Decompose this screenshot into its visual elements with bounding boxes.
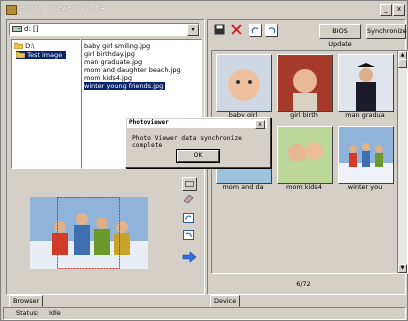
save-icon	[214, 24, 225, 35]
eraser-icon	[183, 194, 194, 204]
thumbnail-caption: man gradua	[345, 111, 385, 119]
crop-icon	[185, 181, 194, 187]
dialog-close-button[interactable]: x	[255, 120, 265, 129]
thumbnail-image	[339, 127, 393, 183]
rotate-right-icon	[183, 213, 194, 223]
thumbnail-image	[278, 55, 332, 111]
folder-icon	[15, 51, 26, 59]
delete-button[interactable]	[231, 24, 242, 35]
rotate-left-icon	[183, 230, 194, 240]
dialog-message: Photo Viewer data synchronize complete	[132, 135, 242, 149]
synchronize-button[interactable]: Synchronize	[366, 24, 407, 39]
thumbnail-winter-young-friends[interactable]	[338, 126, 394, 184]
thumbnail-caption: mom kids4	[286, 183, 322, 191]
status-bar: Status: Idle	[3, 307, 406, 320]
arrow-right-icon	[182, 251, 197, 263]
list-item[interactable]: mom and daughter beach.jpg	[84, 66, 181, 74]
tab-browser[interactable]: Browser	[9, 295, 44, 307]
eraser-tool-button[interactable]	[182, 192, 195, 204]
dialog-title: Photoviewer	[129, 119, 169, 126]
drive-select[interactable]: d: [] ▾	[9, 23, 200, 36]
rotate-device-left-button[interactable]	[265, 24, 278, 37]
crop-tool-button[interactable]	[182, 177, 197, 191]
scroll-down-icon[interactable]: ▼	[398, 264, 407, 273]
drive-icon	[12, 26, 22, 32]
thumbnail-caption: mom and da	[222, 183, 264, 191]
status-label: Status:	[16, 309, 39, 317]
thumbnail-image	[278, 127, 332, 183]
preview-image	[30, 197, 148, 269]
thumbnail-baby-girl[interactable]	[216, 54, 272, 112]
rotate-right-button[interactable]	[182, 212, 195, 224]
folder-root[interactable]: D:\	[13, 42, 35, 50]
thumbnail-man-graduate[interactable]	[338, 54, 394, 112]
thumbnail-image	[339, 55, 393, 111]
rotate-left-icon	[268, 27, 276, 34]
status-value: Idle	[48, 309, 61, 317]
drive-value: d: []	[24, 25, 39, 33]
minimize-button[interactable]: _	[380, 4, 392, 16]
thumbnail-image	[217, 55, 271, 111]
tab-device[interactable]: Device	[210, 295, 241, 307]
list-item[interactable]: girl birthday.jpg	[84, 50, 135, 58]
send-to-device-button[interactable]	[182, 251, 197, 263]
rotate-left-button[interactable]	[182, 229, 195, 241]
chevron-down-icon[interactable]: ▾	[187, 24, 199, 36]
scroll-thumb[interactable]	[398, 59, 407, 68]
close-button[interactable]: x	[393, 4, 405, 16]
rotate-right-icon	[251, 27, 259, 34]
list-item-selected[interactable]: winter young friends.jpg	[84, 82, 166, 90]
delete-icon	[231, 24, 242, 35]
thumbnail-caption: winter you	[347, 183, 383, 191]
rotate-device-right-button[interactable]	[249, 24, 262, 37]
list-item[interactable]: mom kids4.jpg	[84, 74, 132, 82]
bios-update-button[interactable]: BIOS Update	[319, 24, 361, 48]
thumbnail-girl-birthday[interactable]	[277, 54, 333, 112]
list-item[interactable]: man graduate.jpg	[84, 58, 142, 66]
dialog-title-bar[interactable]: Photoviewer x	[127, 119, 267, 129]
folder-label: D:\	[25, 42, 35, 50]
folder-tree[interactable]: D:\ Test image	[11, 39, 81, 169]
folder-test-image[interactable]: Test image	[15, 51, 67, 59]
folder-label: Test image	[27, 51, 63, 59]
window-title: Photo Viewer v2.04	[20, 4, 105, 12]
thumbnail-scrollbar[interactable]: ▲ ▼	[397, 50, 408, 274]
folder-open-icon	[13, 42, 24, 50]
main-window: Photo Viewer v2.04 _ x d: [] ▾ D:\ Test …	[0, 0, 408, 321]
thumbnail-caption: girl birth	[290, 111, 318, 119]
list-item[interactable]: baby girl smiling.jpg	[84, 42, 150, 50]
title-bar[interactable]: Photo Viewer v2.04 _ x	[2, 2, 406, 16]
save-button[interactable]	[214, 24, 225, 35]
ok-button[interactable]: OK	[176, 149, 220, 163]
sync-complete-dialog: Photoviewer x Photo Viewer data synchron…	[125, 117, 271, 168]
thumbnail-mom-kids4[interactable]	[277, 126, 333, 184]
app-icon	[6, 5, 17, 15]
page-indicator: 6/72	[296, 280, 311, 288]
